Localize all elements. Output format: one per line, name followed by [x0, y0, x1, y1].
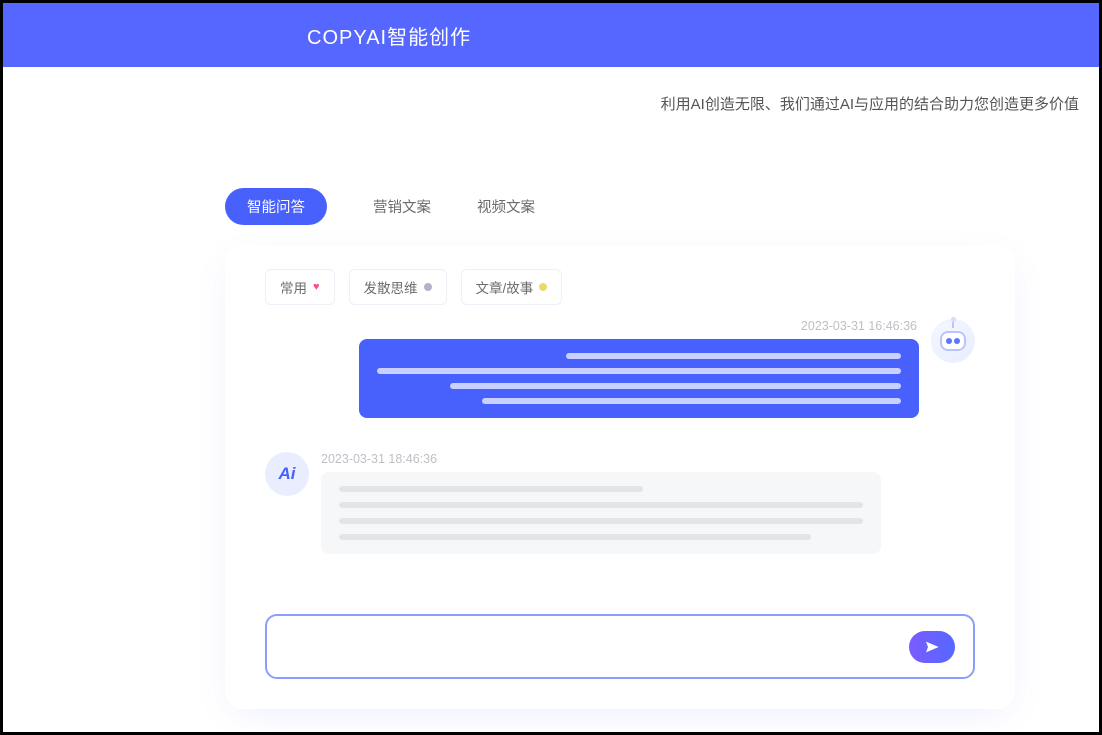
chip-label: 文章/故事 [476, 277, 534, 297]
chip-common[interactable]: 常用 ♥ [265, 269, 335, 305]
chip-divergent[interactable]: 发散思维 [349, 269, 447, 305]
robot-antenna-icon [952, 322, 954, 328]
header-bar: COPYAI智能创作 [3, 3, 1099, 67]
chat-card: 常用 ♥ 发散思维 文章/故事 2023-03-31 16:46:36 [225, 245, 1015, 709]
message-bubble-user [359, 339, 919, 418]
filter-chip-row: 常用 ♥ 发散思维 文章/故事 [265, 269, 975, 305]
tab-marketing[interactable]: 营销文案 [373, 196, 431, 217]
message-bubble-ai [321, 472, 881, 554]
tab-qa[interactable]: 智能问答 [225, 188, 327, 225]
message-timestamp: 2023-03-31 16:46:36 [359, 319, 917, 333]
chip-article[interactable]: 文章/故事 [461, 269, 563, 305]
tab-video[interactable]: 视频文案 [477, 196, 535, 217]
tagline: 利用AI创造无限、我们通过AI与应用的结合助力您创造更多价值 [3, 67, 1099, 114]
user-avatar [931, 319, 975, 363]
tab-list: 智能问答 营销文案 视频文案 [225, 188, 1099, 225]
message-input-bar[interactable] [265, 614, 975, 679]
message-row-user: 2023-03-31 16:46:36 [265, 319, 975, 418]
chip-label: 常用 [280, 277, 307, 297]
text-placeholder-line [450, 383, 901, 389]
dot-icon [539, 283, 547, 291]
ai-avatar: Ai [265, 452, 309, 496]
text-placeholder-line [482, 398, 901, 404]
text-placeholder-line [339, 518, 863, 524]
dot-icon [424, 283, 432, 291]
text-placeholder-line [339, 502, 863, 508]
text-placeholder-line [339, 486, 643, 492]
ai-avatar-text: Ai [279, 464, 296, 484]
message-timestamp: 2023-03-31 18:46:36 [321, 452, 881, 466]
brand-title: COPYAI智能创作 [307, 21, 471, 50]
send-button[interactable] [909, 631, 955, 663]
chip-label: 发散思维 [364, 277, 418, 297]
heart-icon: ♥ [313, 281, 320, 293]
robot-face-icon [940, 331, 966, 351]
text-placeholder-line [339, 534, 811, 540]
text-placeholder-line [566, 353, 901, 359]
send-icon [924, 639, 940, 655]
text-placeholder-line [377, 368, 901, 374]
message-row-ai: Ai 2023-03-31 18:46:36 [265, 452, 975, 554]
